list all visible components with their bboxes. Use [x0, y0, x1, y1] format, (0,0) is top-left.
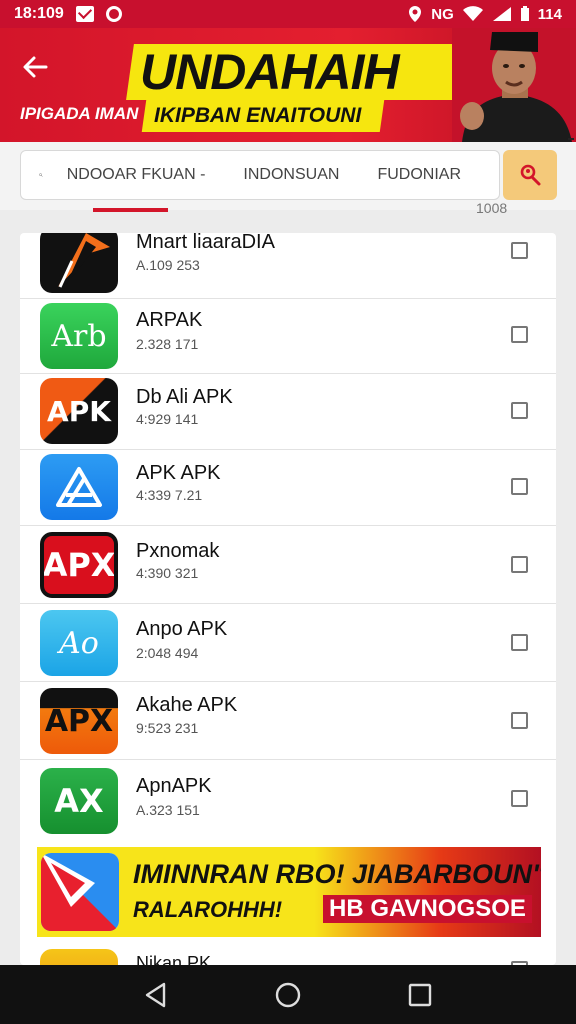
- select-checkbox[interactable]: [511, 478, 528, 495]
- banner-sub-left: IPIGADA IMAN: [20, 104, 139, 123]
- list-count: 1008: [476, 200, 508, 216]
- app-name: APK APK: [136, 462, 221, 484]
- app-name: ARPAK: [136, 309, 203, 331]
- ad-banner[interactable]: IMINNRAN RBO! JIABARBOUN" RALAROHHH! HB …: [37, 847, 541, 937]
- mail-icon: [75, 6, 94, 22]
- apx-orange-app-icon: APX: [40, 688, 118, 754]
- system-nav-bar: [0, 965, 576, 1024]
- signal-icon: [492, 7, 511, 21]
- list-item[interactable]: APK Db Ali APK 4:929 141: [20, 374, 556, 450]
- ad-subline: RALAROHHH!: [133, 897, 283, 922]
- app-name: Anpo APK: [136, 618, 228, 640]
- app-version: 2:048 494: [136, 645, 199, 661]
- app-name: Db Ali APK: [136, 386, 233, 408]
- partial-app-icon: [40, 949, 118, 965]
- app-version: A.109 253: [136, 257, 200, 273]
- apx-red-app-icon: APX: [40, 532, 118, 598]
- status-bar: 18:109 NG 114: [0, 0, 576, 28]
- active-tab-indicator: [93, 208, 168, 212]
- banner-subtitle: IKIPBAN ENAITOUNI: [154, 104, 362, 127]
- select-checkbox[interactable]: [511, 634, 528, 651]
- ad-headline: IMINNRAN RBO! JIABARBOUN": [133, 859, 541, 889]
- app-list: Mnart liaaraDIA A.109 253 Arb ARPAK 2.32…: [20, 233, 556, 965]
- home-circle-icon: [275, 982, 301, 1007]
- app-version: 4:339 7.21: [136, 487, 203, 503]
- arrow-play-app-icon: [40, 233, 118, 293]
- ao-app-icon: Ao: [40, 610, 118, 676]
- select-checkbox[interactable]: [511, 712, 528, 729]
- settings-notification-icon: [105, 6, 122, 22]
- list-item[interactable]: Arb ARPAK 2.328 171: [20, 299, 556, 374]
- arb-app-icon: Arb: [40, 303, 118, 369]
- ad-cta-label: HB GAVNOGSOE: [323, 895, 532, 923]
- select-checkbox[interactable]: [511, 402, 528, 419]
- wifi-icon: [462, 6, 483, 21]
- app-name: Nikan PK: [136, 953, 212, 965]
- nav-back-button[interactable]: [136, 975, 176, 1015]
- app-version: 2.328 171: [136, 336, 199, 352]
- search-segment-3[interactable]: FUDONIAR: [377, 166, 461, 184]
- list-item[interactable]: Nikan PK: [20, 949, 556, 965]
- search-icon: [39, 173, 43, 177]
- app-icon-label: APX: [42, 546, 116, 584]
- search-person-icon: [520, 164, 541, 186]
- select-checkbox[interactable]: [511, 326, 528, 343]
- app-version: 4:929 141: [136, 411, 199, 427]
- status-time: 18:109: [14, 5, 64, 22]
- search-segment-2[interactable]: INDONSUAN: [243, 166, 339, 184]
- list-item[interactable]: Mnart liaaraDIA A.109 253: [20, 233, 556, 299]
- location-icon: [409, 6, 422, 22]
- back-arrow-icon[interactable]: [20, 52, 50, 82]
- select-checkbox[interactable]: [511, 242, 528, 259]
- back-triangle-icon: [145, 982, 166, 1007]
- list-item[interactable]: AX ApnAPK A.323 151: [20, 760, 556, 840]
- carrier-label: NG: [431, 5, 454, 23]
- app-version: 9:523 231: [136, 720, 199, 736]
- app-name: Pxnomak: [136, 540, 220, 562]
- recents-square-icon: [408, 983, 432, 1006]
- app-version: A.323 151: [136, 802, 200, 818]
- nav-recents-button[interactable]: [400, 975, 440, 1015]
- a-logo-app-icon: [40, 454, 118, 520]
- ax-green-app-icon: AX: [40, 768, 118, 834]
- promo-banner[interactable]: UNDAHAIH IPIGADA IMAN IKIPBAN ENAITOUNI: [0, 28, 576, 142]
- battery-level: 114: [537, 5, 562, 23]
- nav-home-button[interactable]: [268, 975, 308, 1015]
- apk-app-icon: APK: [40, 378, 118, 444]
- list-item[interactable]: APK APK 4:339 7.21: [20, 450, 556, 526]
- search-bar[interactable]: NDOOAR FKUAN - INDONSUAN FUDONIAR: [20, 150, 500, 200]
- list-item[interactable]: APX Pxnomak 4:390 321: [20, 526, 556, 604]
- list-item[interactable]: APX Akahe APK 9:523 231: [20, 682, 556, 760]
- ad-app-icon: [41, 853, 119, 931]
- app-icon-label: AX: [54, 782, 104, 820]
- app-name: Mnart liaaraDIA: [136, 233, 275, 253]
- presenter-photo: [452, 28, 576, 142]
- battery-icon: [520, 6, 529, 21]
- app-name: Akahe APK: [136, 694, 238, 716]
- app-version: 4:390 321: [136, 565, 199, 581]
- select-checkbox[interactable]: [511, 556, 528, 573]
- select-checkbox[interactable]: [511, 790, 528, 807]
- app-icon-label: Ao: [59, 625, 99, 661]
- search-go-button[interactable]: [503, 150, 557, 200]
- app-icon-label: APX: [44, 703, 114, 739]
- banner-title: UNDAHAIH: [140, 44, 400, 100]
- list-item[interactable]: Ao Anpo APK 2:048 494: [20, 604, 556, 682]
- app-icon-label: APK: [47, 394, 111, 428]
- app-icon-label: Arb: [51, 318, 107, 354]
- app-name: ApnAPK: [136, 775, 212, 797]
- search-segment-1[interactable]: NDOOAR FKUAN -: [67, 166, 206, 184]
- photo-watermark: [568, 138, 574, 140]
